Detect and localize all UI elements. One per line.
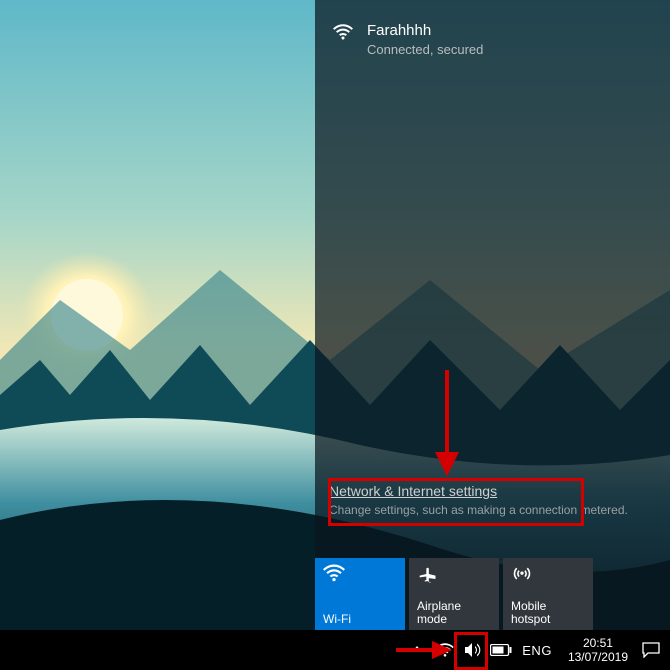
desktop: Farahhhh Connected, secured Network & In… — [0, 0, 670, 630]
tile-wifi[interactable]: Wi-Fi — [315, 558, 405, 630]
tray-clock[interactable]: 20:51 13/07/2019 — [560, 636, 636, 664]
tray-language[interactable]: ENG — [516, 643, 558, 658]
tile-hotspot-label: Mobile hotspot — [511, 600, 585, 626]
network-item-current[interactable]: Farahhhh Connected, secured — [315, 0, 670, 58]
tray-time: 20:51 — [583, 636, 613, 650]
tray-action-center-icon[interactable] — [638, 630, 664, 670]
tile-airplane-label: Airplane mode — [417, 600, 491, 626]
wifi-icon — [333, 24, 353, 40]
tile-hotspot[interactable]: Mobile hotspot — [503, 558, 593, 630]
tray-volume-icon[interactable] — [460, 630, 486, 670]
network-settings-link[interactable]: Network & Internet settings — [329, 483, 497, 499]
tray-battery-icon[interactable] — [488, 630, 514, 670]
tray-overflow-button[interactable] — [404, 630, 430, 670]
hotspot-icon — [511, 564, 585, 586]
tile-wifi-label: Wi-Fi — [323, 613, 397, 626]
system-tray: ENG 20:51 13/07/2019 — [404, 630, 664, 670]
network-settings-desc: Change settings, such as making a connec… — [329, 503, 656, 517]
network-ssid: Farahhhh — [367, 22, 483, 40]
tray-date: 13/07/2019 — [568, 650, 628, 664]
wifi-icon — [323, 564, 397, 586]
quick-action-tiles: Wi-Fi Airplane mode Mobile hotspot — [315, 558, 597, 630]
airplane-icon — [417, 564, 491, 586]
taskbar: ENG 20:51 13/07/2019 — [0, 630, 670, 670]
tray-network-icon[interactable] — [432, 630, 458, 670]
network-flyout: Farahhhh Connected, secured Network & In… — [315, 0, 670, 630]
tile-airplane[interactable]: Airplane mode — [409, 558, 499, 630]
network-status: Connected, secured — [367, 42, 483, 58]
